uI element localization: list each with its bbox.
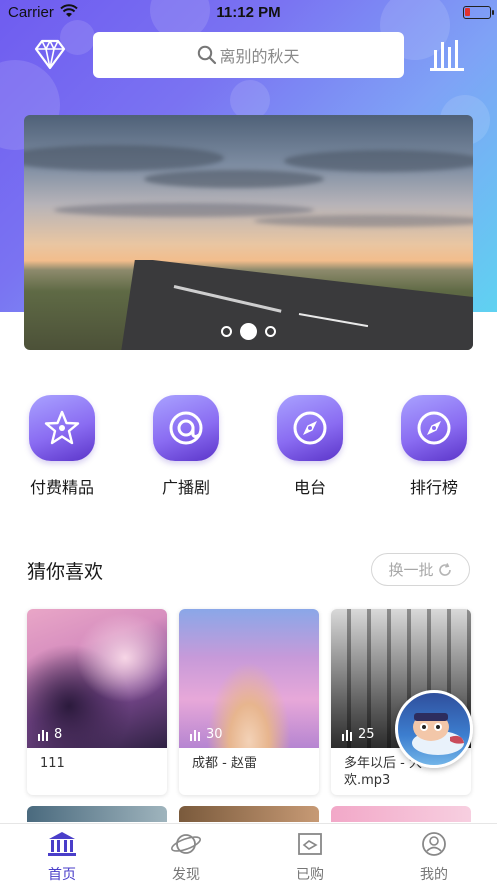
compass-icon: [401, 395, 467, 461]
category-label: 广播剧: [161, 478, 210, 497]
play-count-value: 8: [54, 727, 63, 742]
search-input[interactable]: 离别的秋天: [93, 32, 404, 78]
tab-purchased[interactable]: 已购: [270, 830, 350, 883]
battery-icon: [463, 6, 494, 19]
tab-label: 发现: [172, 867, 200, 883]
category-radio-drama[interactable]: 广播剧: [141, 395, 231, 498]
search-placeholder: 离别的秋天: [219, 47, 300, 66]
status-time: 11:12 PM: [216, 4, 281, 21]
play-count-icon: [190, 729, 200, 741]
status-bar: Carrier 11:12 PM: [0, 0, 497, 26]
album-card[interactable]: 8 111: [27, 609, 167, 795]
album-title: 成都 - 赵雷: [192, 756, 257, 771]
tab-home[interactable]: 首页: [22, 830, 102, 883]
category-label: 电台: [293, 478, 326, 497]
play-count: 30: [189, 727, 223, 742]
banner-carousel[interactable]: [24, 115, 473, 350]
refresh-icon: [438, 562, 451, 576]
diamond-icon[interactable]: [30, 38, 70, 72]
refresh-button[interactable]: 换一批: [371, 553, 470, 586]
compass-icon: [277, 395, 343, 461]
section-title: 猜你喜欢: [27, 561, 104, 583]
tab-discover[interactable]: 发现: [146, 830, 226, 883]
play-count: 8: [37, 727, 62, 742]
play-count-icon: [342, 729, 352, 741]
tab-label: 我的: [420, 867, 448, 883]
bottom-tab-bar: 首页 发现 已购 我的: [0, 823, 497, 883]
category-radio-station[interactable]: 电台: [265, 395, 355, 498]
album-card-partial[interactable]: [331, 806, 471, 822]
search-icon: [198, 45, 217, 65]
album-card-partial[interactable]: [179, 806, 319, 822]
album-card[interactable]: 30 成都 - 赵雷: [179, 609, 319, 795]
category-ranking[interactable]: 排行榜: [389, 395, 479, 498]
album-title: 111: [40, 756, 65, 771]
play-count-value: 25: [358, 727, 375, 742]
home-icon: [48, 832, 76, 856]
now-playing-avatar[interactable]: [395, 690, 473, 768]
carousel-dot[interactable]: [265, 326, 276, 337]
category-label: 排行榜: [409, 478, 458, 497]
play-count-icon: [38, 729, 48, 741]
category-paid-premium[interactable]: 付费精品: [17, 395, 107, 498]
category-label: 付费精品: [29, 478, 94, 497]
play-count: 25: [341, 727, 375, 742]
play-count-value: 30: [206, 727, 223, 742]
carousel-dot-active[interactable]: [240, 323, 257, 340]
tab-label: 已购: [296, 867, 324, 883]
refresh-label: 换一批: [388, 561, 434, 579]
at-sign-icon: [153, 395, 219, 461]
ranking-chart-icon[interactable]: [428, 38, 466, 72]
cartoon-avatar-icon: [412, 713, 464, 755]
tab-label: 首页: [48, 867, 76, 883]
planet-icon: [171, 834, 201, 854]
star-icon: [29, 395, 95, 461]
carousel-indicator: [24, 323, 473, 340]
purchased-icon: [298, 833, 322, 855]
tab-mine[interactable]: 我的: [394, 830, 474, 883]
category-row: 付费精品 广播剧 电台 排行榜: [0, 395, 497, 505]
carousel-dot[interactable]: [221, 326, 232, 337]
album-card-partial[interactable]: [27, 806, 167, 822]
user-icon: [422, 832, 446, 856]
